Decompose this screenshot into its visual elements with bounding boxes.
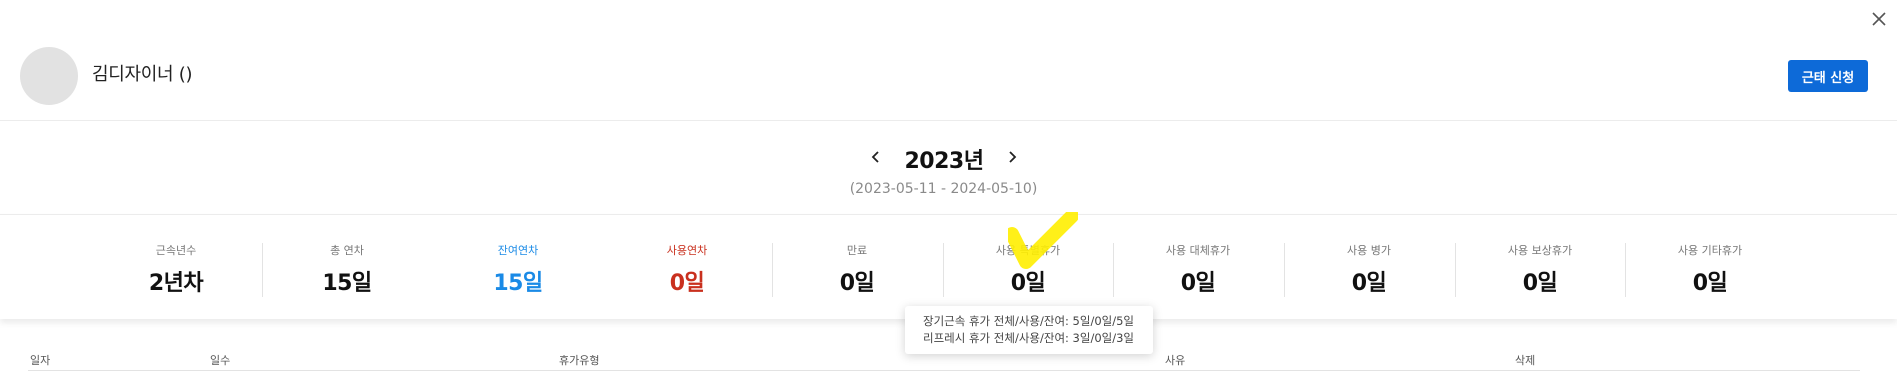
stat-used-annual: 사용연차 0일	[602, 243, 772, 301]
user-name: 김디자이너 ()	[92, 64, 193, 85]
stat-label: 근속년수	[155, 244, 197, 257]
stat-value: 0일	[669, 271, 705, 296]
year-range: (2023-05-11 - 2024-05-10)	[849, 181, 1038, 197]
stat-used-special[interactable]: 사용 특별휴가 0일	[943, 243, 1113, 301]
stat-value: 0일	[1522, 271, 1558, 296]
year-title: 2023년	[904, 149, 984, 174]
column-header-days: 일수	[210, 354, 231, 367]
special-leave-tooltip: 장기근속 휴가 전체/사용/잔여: 5일/0일/5일 리프레시 휴가 전체/사용…	[905, 306, 1153, 354]
stat-label: 잔여연차	[497, 244, 539, 257]
avatar	[20, 47, 78, 105]
stat-expired: 만료 0일	[772, 243, 942, 301]
column-header-delete: 삭제	[1515, 354, 1536, 367]
stat-label: 사용 보상휴가	[1507, 244, 1573, 257]
stat-used-sick: 사용 병가 0일	[1284, 243, 1454, 301]
stat-label: 사용 특별휴가	[995, 244, 1061, 257]
year-selector: 2023년 (2023-05-11 - 2024-05-10)	[0, 121, 1897, 213]
stat-total-annual: 총 연차 15일	[262, 243, 432, 301]
tooltip-line: 장기근속 휴가 전체/사용/잔여: 5일/0일/5일	[923, 314, 1134, 328]
profile-header: 김디자이너 () 근태 신청	[0, 0, 1897, 121]
stat-value: 15일	[322, 271, 372, 296]
stat-label: 사용 병가	[1347, 244, 1391, 257]
column-header-leave-type: 휴가유형	[559, 354, 600, 367]
chevron-right-icon[interactable]	[1002, 144, 1022, 170]
stat-label: 총 연차	[330, 244, 364, 257]
stat-value: 0일	[839, 271, 875, 296]
stat-tenure: 근속년수 2년차	[91, 243, 261, 301]
close-icon[interactable]	[1868, 8, 1890, 30]
stat-label: 사용 기타휴가	[1677, 244, 1743, 257]
stat-label: 만료	[846, 244, 868, 257]
chevron-left-icon[interactable]	[866, 144, 886, 170]
stat-value: 0일	[1180, 271, 1216, 296]
leave-table-header: 일자 일수 휴가유형 사유 삭제	[28, 350, 1860, 371]
stat-remaining-annual: 잔여연차 15일	[433, 243, 603, 301]
stat-label: 사용연차	[666, 244, 708, 257]
stat-value: 0일	[1692, 271, 1728, 296]
column-header-reason: 사유	[1165, 354, 1186, 367]
stat-value: 0일	[1351, 271, 1387, 296]
leave-stats: 근속년수 2년차 총 연차 15일 잔여연차 15일 사용연차 0일 만료 0일…	[0, 214, 1897, 319]
apply-attendance-button[interactable]: 근태 신청	[1788, 60, 1868, 92]
stat-value: 15일	[493, 271, 543, 296]
year-nav: 2023년	[0, 143, 1897, 174]
tooltip-line: 리프레시 휴가 전체/사용/잔여: 3일/0일/3일	[923, 331, 1134, 345]
stat-value: 2년차	[148, 271, 204, 296]
stat-value: 0일	[1010, 271, 1046, 296]
stat-used-substitute: 사용 대체휴가 0일	[1113, 243, 1283, 301]
stat-used-compensatory: 사용 보상휴가 0일	[1455, 243, 1625, 301]
stat-label: 사용 대체휴가	[1165, 244, 1231, 257]
stat-used-other: 사용 기타휴가 0일	[1625, 243, 1795, 301]
column-header-date: 일자	[30, 354, 51, 367]
